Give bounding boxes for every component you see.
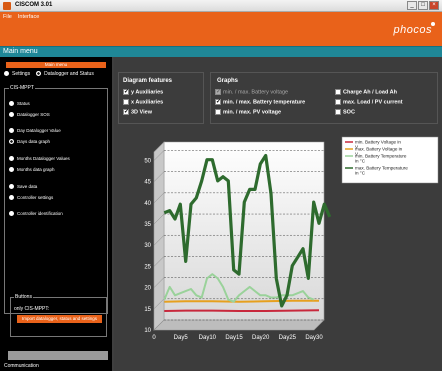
checkbox-icon <box>123 99 129 105</box>
nav-days-data-graph[interactable]: Days data graph <box>9 139 50 145</box>
checkbox-icon <box>335 99 341 105</box>
buttons-group: Buttons only CIS-MPPT: Import datalogger… <box>10 294 107 337</box>
menu-bar: File Interface <box>3 14 39 20</box>
checkbox-battery-voltage[interactable]: ✓ min. / max. Battery voltage <box>215 89 288 95</box>
cis-mppt-group: CIS-MPPT Status Datalogger SOS Day Datal… <box>4 85 108 314</box>
nav-save-data[interactable]: Save data <box>9 184 37 190</box>
checkbox-soc[interactable]: SOC <box>335 109 355 115</box>
menu-interface[interactable]: Interface <box>18 14 39 20</box>
checkbox-checked-icon: ✓ <box>215 89 222 95</box>
checkbox-load-pv-current[interactable]: max. Load / PV current <box>335 99 403 105</box>
progress-bar <box>8 351 108 360</box>
radio-datalogger-label: Datalogger and Status <box>44 71 94 77</box>
graphs-group <box>210 72 438 124</box>
checkbox-checked-icon: ✓ <box>123 89 130 95</box>
nav-datalogger-sos[interactable]: Datalogger SOS <box>9 112 50 118</box>
menu-file[interactable]: File <box>3 14 12 20</box>
checkbox-icon <box>335 109 341 115</box>
radio-settings-label: Settings <box>12 71 31 77</box>
nav-controller-settings[interactable]: Controller settings <box>9 195 53 201</box>
checkbox-icon <box>215 109 221 115</box>
logo-dot-icon <box>431 22 435 26</box>
nav-months-datalogger-values[interactable]: Months Datalogger Values <box>9 156 70 162</box>
page-title: Main menu <box>3 48 38 55</box>
checkbox-charge-load-ah[interactable]: Charge Ah / Load Ah <box>335 89 397 95</box>
nav-controller-identification[interactable]: Controller identification <box>9 211 63 217</box>
communication-label: Communication <box>4 363 39 369</box>
nav-day-datalogger-value[interactable]: Day Datalogger Value <box>9 128 61 134</box>
checkbox-3d-view[interactable]: ✓ 3D View <box>123 109 152 115</box>
group-title: CIS-MPPT <box>9 85 35 91</box>
maximize-button[interactable]: □ <box>418 1 428 10</box>
import-datalogger-button[interactable]: Import datalogger, status and settings <box>17 315 102 323</box>
diagram-features-title: Diagram features <box>123 78 173 84</box>
phocos-logo: phocos <box>393 24 432 36</box>
main-menu-bar: Main menu <box>0 46 442 57</box>
only-cis-label: only CIS-MPPT: <box>14 306 50 312</box>
checkbox-y-auxiliaries[interactable]: ✓ y Auxiliaries <box>123 89 163 95</box>
app-header: File Interface phocos <box>0 12 442 46</box>
window-title: CISCOM 3.01 <box>15 2 53 8</box>
nav-status[interactable]: Status <box>9 101 30 107</box>
window-controls: _ □ × <box>407 1 439 10</box>
radio-settings[interactable]: Settings <box>4 71 30 77</box>
main-menu-button[interactable]: Main menu <box>6 62 106 68</box>
mode-radios: Settings Datalogger and Status <box>4 71 94 77</box>
checkbox-x-auxiliaries[interactable]: x Auxiliaries <box>123 99 163 105</box>
minimize-button[interactable]: _ <box>407 1 417 10</box>
app-icon <box>3 2 11 10</box>
close-button[interactable]: × <box>429 1 439 10</box>
checkbox-pv-voltage[interactable]: min. / max. PV voltage <box>215 109 281 115</box>
title-bar: CISCOM 3.01 _ □ × <box>0 0 442 12</box>
checkbox-battery-temperature[interactable]: ✓ min. / max. Battery temperature <box>215 99 305 105</box>
checkbox-icon <box>335 89 341 95</box>
radio-icon <box>4 71 9 77</box>
graph-panel: Diagram features ✓ y Auxiliaries x Auxili… <box>114 57 442 371</box>
left-panel: Main menu Settings Datalogger and Status… <box>0 57 112 371</box>
nav-months-data-graph[interactable]: Months data graph <box>9 167 55 173</box>
radio-selected-icon <box>36 71 42 77</box>
buttons-title: Buttons <box>14 294 33 300</box>
radio-datalogger-status[interactable]: Datalogger and Status <box>36 71 94 77</box>
checkbox-checked-icon: ✓ <box>123 109 130 115</box>
graphs-title: Graphs <box>217 78 239 84</box>
checkbox-checked-icon: ✓ <box>215 99 222 105</box>
